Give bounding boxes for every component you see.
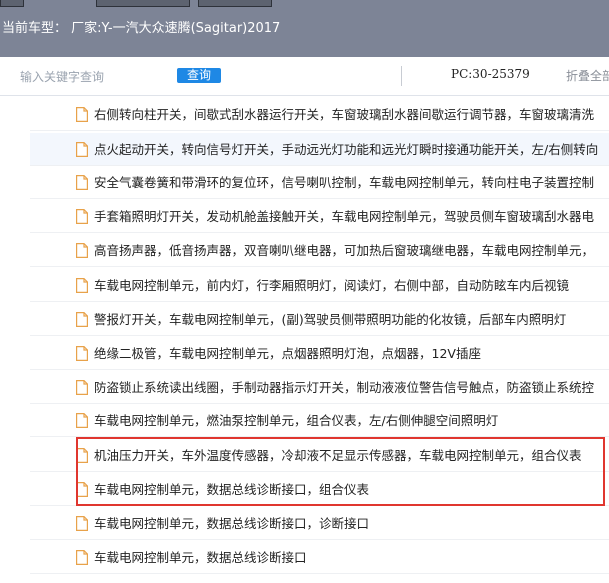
document-icon [76,142,88,157]
document-icon [76,243,88,258]
document-icon [76,550,88,565]
document-icon [76,107,88,122]
list-item-label[interactable]: 右侧转向柱开关，间歇式刮水器运行开关，车窗玻璃刮水器间歇运行调节器，车窗玻璃清洗 [94,107,594,123]
list-item-label[interactable]: 车载电网控制单元，数据总线诊断接口，组合仪表 [94,482,369,498]
document-icon [76,312,88,327]
document-icon [76,175,88,190]
document-icon [76,413,88,428]
list-item-label[interactable]: 防盗锁止系统读出线圈，手制动器指示灯开关，制动液液位警告信号触点，防盗锁止系统控 [94,380,594,396]
list-item-label[interactable]: 车载电网控制单元，前内灯，行李厢照明灯，阅读灯，右侧中部，自动防眩车内后视镜 [94,278,569,294]
document-icon [76,482,88,497]
list-item-label[interactable]: 点火起动开关，转向信号灯开关，手动远光灯功能和远光灯瞬时接通功能开关，左/右侧转… [94,142,598,158]
vehicle-header: 当前车型： 厂家:Y-一汽大众速腾(Sagitar)2017 [0,0,609,57]
document-icon [76,278,88,293]
document-icon [76,516,88,531]
document-icon [76,209,88,224]
search-button[interactable]: 查询 [177,68,221,83]
list-item-label[interactable]: 机油压力开关，车外温度传感器，冷却液不足显示传感器，车载电网控制单元，组合仪表 [94,448,582,464]
header-tab[interactable] [96,0,190,7]
list-item-label[interactable]: 车载电网控制单元，燃油泵控制单元，组合仪表，左/右侧伸腿空间照明灯 [94,413,498,429]
pc-code: PC:30-25379 [451,67,530,81]
search-input[interactable]: 输入关键字查询 [20,68,104,85]
list-item-label[interactable]: 车载电网控制单元，数据总线诊断接口，诊断接口 [94,516,369,532]
list-item-label[interactable]: 绝缘二极管，车载电网控制单元，点烟器照明灯泡，点烟器，12V插座 [94,346,481,362]
document-icon [76,380,88,395]
list-item-label[interactable]: 安全气囊卷簧和带滑环的复位环，信号喇叭控制，车载电网控制单元，转向柱电子装置控制 [94,175,594,191]
document-icon [76,346,88,361]
header-tab[interactable] [198,0,272,7]
header-tab[interactable] [0,0,24,7]
collapse-all-button[interactable]: 折叠全部 [566,67,609,84]
list-item-label[interactable]: 车载电网控制单元，数据总线诊断接口 [94,550,307,566]
list-item-label[interactable]: 警报灯开关，车载电网控制单元，(副)驾驶员侧带照明功能的化妆镜，后部车内照明灯 [94,312,566,328]
list-item-label[interactable]: 手套箱照明灯开关，发动机舱盖接触开关，车载电网控制单元，驾驶员侧车窗玻璃刮水器电 [94,209,594,225]
toolbar-divider [401,66,402,86]
document-icon [76,448,88,463]
list-item-label[interactable]: 高音扬声器，低音扬声器，双音喇叭继电器，可加热后窗玻璃继电器，车载电网控制单元， [94,243,594,259]
vehicle-label: 当前车型： 厂家:Y-一汽大众速腾(Sagitar)2017 [2,21,281,36]
